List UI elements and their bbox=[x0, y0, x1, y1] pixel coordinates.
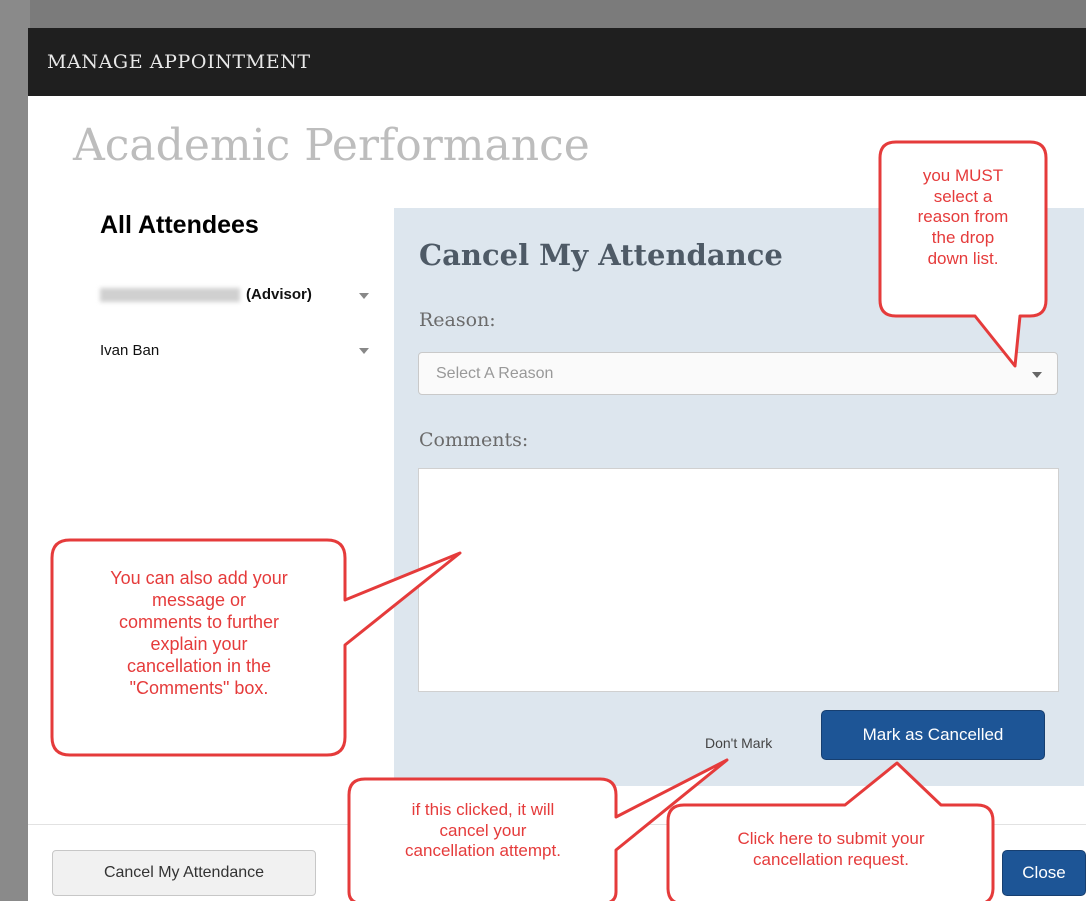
reason-callout-text: you MUST select a reason from the drop d… bbox=[917, 166, 1009, 268]
submit-callout-text: Click here to submit your cancellation r… bbox=[737, 829, 925, 869]
comments-label: Comments: bbox=[419, 429, 529, 451]
attendee-student[interactable]: Ivan Ban bbox=[100, 342, 159, 359]
attendee-name-blurred bbox=[100, 288, 240, 303]
reason-label: Reason: bbox=[419, 309, 496, 331]
reason-select[interactable]: Select A Reason bbox=[418, 352, 1058, 395]
attendee-student-dropdown-icon[interactable] bbox=[359, 348, 369, 354]
background-calendar-strip bbox=[0, 0, 30, 901]
cancel-my-attendance-button[interactable]: Cancel My Attendance bbox=[52, 850, 316, 896]
close-button[interactable]: Close bbox=[1002, 850, 1086, 896]
dont-mark-link[interactable]: Don't Mark bbox=[705, 735, 772, 751]
mark-as-cancelled-button[interactable]: Mark as Cancelled bbox=[821, 710, 1045, 760]
modal-title: MANAGE APPOINTMENT bbox=[47, 51, 311, 73]
chevron-down-icon bbox=[1032, 372, 1042, 378]
manage-appointment-modal: MANAGE APPOINTMENT Academic Performance … bbox=[28, 28, 1086, 901]
comments-textarea[interactable] bbox=[418, 468, 1059, 692]
background-overlay bbox=[0, 0, 1086, 28]
modal-header: MANAGE APPOINTMENT bbox=[28, 28, 1086, 96]
panel-title: Cancel My Attendance bbox=[419, 238, 783, 272]
reason-placeholder: Select A Reason bbox=[436, 365, 554, 382]
attendee-role: (Advisor) bbox=[246, 286, 312, 303]
attendees-title: All Attendees bbox=[100, 211, 259, 239]
attendee-advisor[interactable]: (Advisor) bbox=[100, 286, 312, 303]
dont-mark-callout-text: if this clicked, it will cancel your can… bbox=[405, 800, 561, 861]
attendee-name: Ivan Ban bbox=[100, 342, 160, 359]
cancel-attendance-panel: Cancel My Attendance Reason: Select A Re… bbox=[394, 208, 1084, 786]
page-title: Academic Performance bbox=[73, 120, 590, 171]
attendee-advisor-dropdown-icon[interactable] bbox=[359, 293, 369, 299]
comments-callout-text: You can also add your message or comment… bbox=[110, 568, 288, 698]
